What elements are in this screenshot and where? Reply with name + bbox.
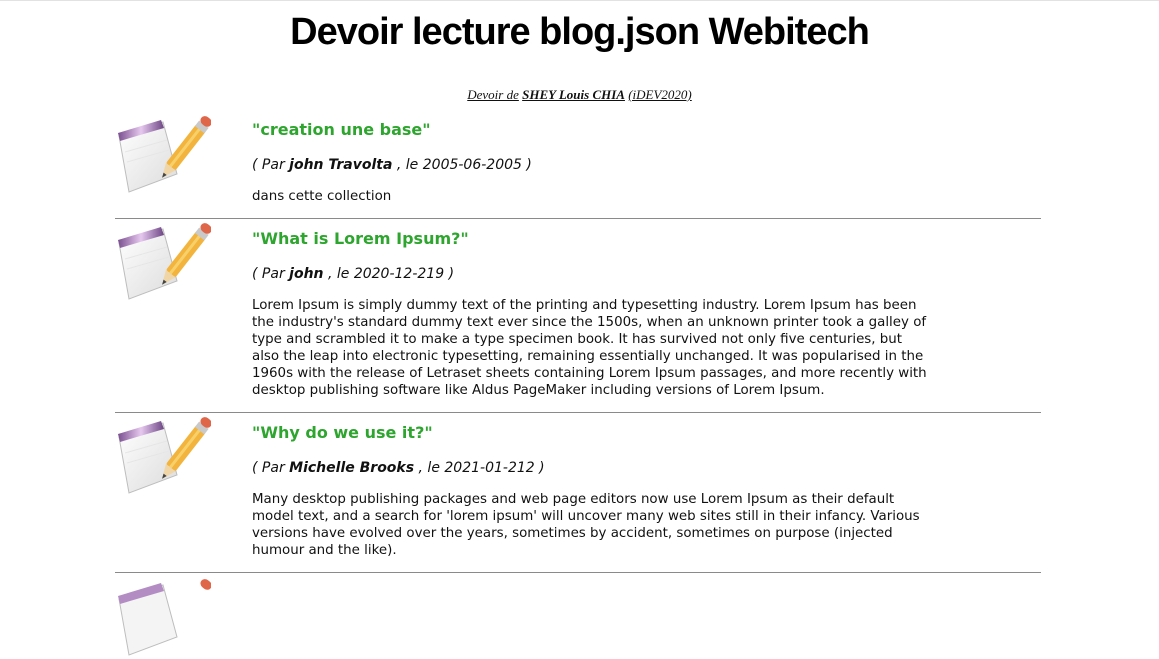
notepad-pencil-icon xyxy=(118,579,212,656)
byline-class: (iDEV2020) xyxy=(628,87,692,102)
post-author: john Travolta xyxy=(289,157,393,173)
post-list: "creation une base" ( Par john Travolta … xyxy=(115,112,1041,656)
post-author: Michelle Brooks xyxy=(289,460,415,476)
post-item: "What is Lorem Ipsum?" ( Par john , le 2… xyxy=(115,219,1041,413)
post-content: dans cette collection xyxy=(252,189,392,204)
post-author: john xyxy=(289,266,324,282)
byline: Devoir de SHEY Louis CHIA (iDEV2020) xyxy=(0,87,1159,105)
byline-author[interactable]: SHEY Louis CHIA xyxy=(522,87,625,102)
post-meta: ( Par john , le 2020-12-219 ) xyxy=(252,266,455,282)
post-title: "creation une base" xyxy=(252,120,431,139)
notepad-pencil-icon xyxy=(118,417,211,494)
post-meta: ( Par john Travolta , le 2005-06-2005 ) xyxy=(252,157,532,173)
post-content: Many desktop publishing packages and web… xyxy=(252,492,920,558)
page-title: Devoir lecture blog.json Webitech xyxy=(290,11,870,53)
post-item: "Why do we use it?" ( Par Michelle Brook… xyxy=(115,413,1041,573)
post-date: 2021-01-212 xyxy=(444,460,535,476)
notepad-pencil-icon xyxy=(118,223,211,300)
byline-prefix: Devoir de xyxy=(467,87,519,102)
notepad-pencil-icon xyxy=(118,116,211,193)
post-content: Lorem Ipsum is simply dummy text of the … xyxy=(252,298,927,398)
post-title: "Why do we use it?" xyxy=(252,423,433,442)
post-item: "creation une base" ( Par john Travolta … xyxy=(115,112,1041,219)
post-meta: ( Par Michelle Brooks , le 2021-01-212 ) xyxy=(252,460,545,476)
post-date: 2020-12-219 xyxy=(353,266,445,282)
post-date: 2005-06-2005 xyxy=(422,157,522,173)
post-title: "What is Lorem Ipsum?" xyxy=(252,229,469,248)
post-item-partial xyxy=(115,573,1041,656)
